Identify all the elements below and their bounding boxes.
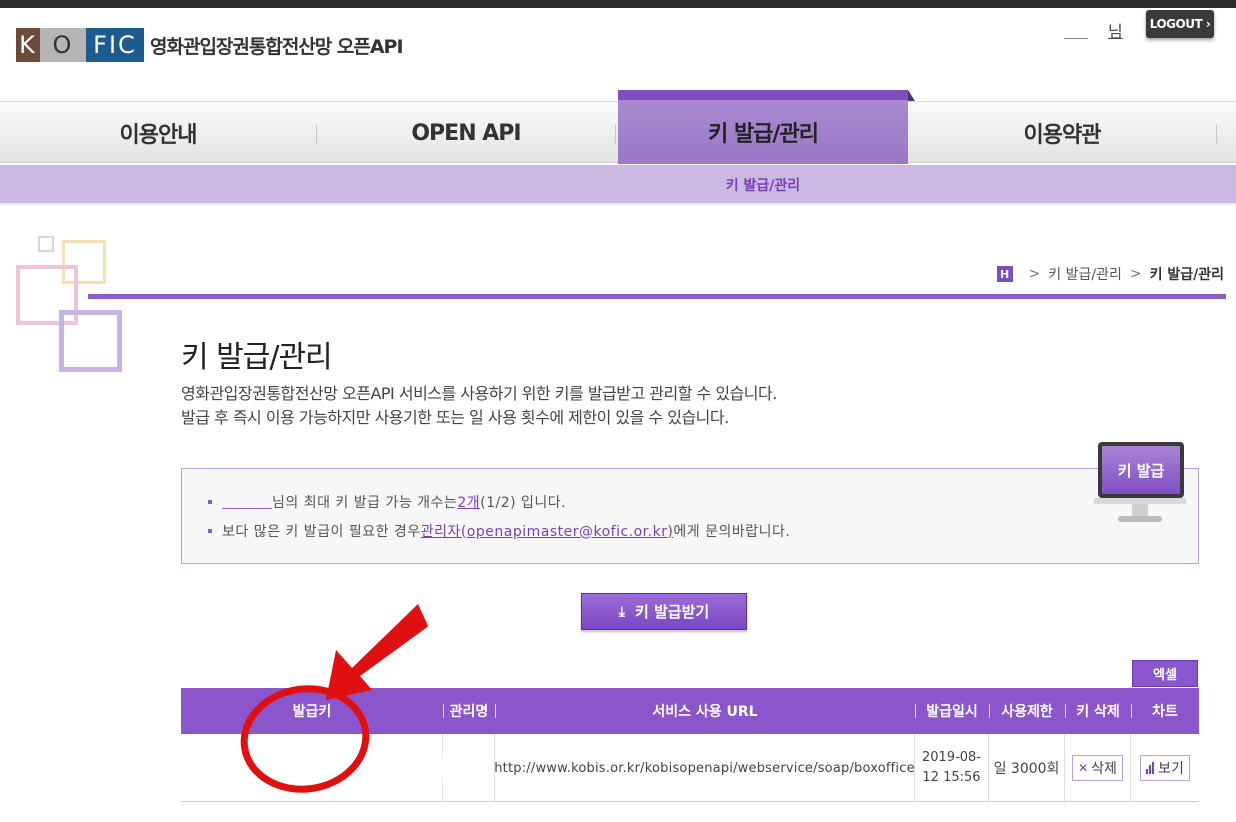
keys-table-header: 발급키 관리명 서비스 사용 URL 발급일시 사용제한 키 삭제 차트 (181, 688, 1199, 734)
breadcrumb-separator: > (1129, 266, 1142, 282)
cell-key (181, 734, 481, 802)
info-text: 에게 문의바랍니다. (673, 523, 791, 540)
bar-chart-icon (1146, 762, 1155, 774)
download-icon: ⤓ (618, 603, 625, 620)
monitor-foot (1118, 516, 1162, 522)
cell-chart: 보기 (1131, 734, 1199, 802)
monitor-illustration: 키 발급 (1094, 442, 1186, 526)
monitor-label: 키 발급 (1102, 446, 1180, 494)
info-text: (1/2) 입니다. (480, 494, 567, 511)
breadcrumb-current: 키 발급/관리 (1149, 267, 1224, 283)
breadcrumb-separator: > (1028, 266, 1041, 282)
nav-separator (1216, 124, 1217, 144)
breadcrumb: H > 키 발급/관리 > 키 발급/관리 (996, 264, 1224, 284)
chart-label: 보기 (1158, 761, 1184, 777)
nav-separator (615, 124, 616, 144)
monitor-screen: 키 발급 (1098, 442, 1184, 498)
user-info: 님 (1064, 18, 1123, 42)
nav-item-open-api[interactable]: OPEN API (316, 102, 616, 164)
cell-limit: 일 3000회 (989, 734, 1065, 802)
logo-k: K (16, 28, 40, 62)
column-header-url: 서비스 사용 URL (652, 704, 758, 720)
logo-fic: FIC (86, 28, 144, 62)
view-chart-button[interactable]: 보기 (1140, 755, 1190, 781)
description-line: 발급 후 즉시 이용 가능하지만 사용기한 또는 일 사용 횟수에 제한이 있을… (181, 408, 729, 427)
cell-name (443, 734, 495, 802)
bullet-icon (208, 499, 212, 504)
logout-button[interactable]: LOGOUT › (1146, 10, 1214, 38)
sub-nav: 키 발급/관리 (0, 165, 1236, 205)
redacted-key (181, 760, 481, 776)
delete-key-button[interactable]: ✕ 삭제 (1072, 755, 1123, 781)
kofic-logo[interactable]: K O FIC 영화관입장권통합전산망 오픈API (16, 28, 404, 62)
column-header-key: 발급키 (292, 704, 332, 720)
user-name-redacted (222, 495, 272, 509)
nav-active-tab-fold (908, 90, 915, 101)
key-count-link[interactable]: 2개 (457, 492, 480, 512)
close-icon: ✕ (1078, 761, 1089, 775)
cell-issued: 2019-08-12 15:56 (915, 734, 989, 802)
cell-delete: ✕ 삭제 (1065, 734, 1131, 802)
column-header-limit: 사용제한 (1001, 704, 1053, 720)
admin-email-link[interactable]: 관리자(openapimaster@kofic.or.kr) (421, 521, 674, 541)
description-line: 영화관입장권통합전산망 오픈API 서비스를 사용하기 위한 키를 발급받고 관… (181, 384, 777, 403)
nav-item-terms[interactable]: 이용약관 (908, 102, 1216, 164)
monitor-stand (1132, 504, 1148, 516)
column-header-delete: 키 삭제 (1076, 704, 1120, 720)
annotation-arrow-icon (326, 604, 428, 700)
info-row-limit: 님의 최대 키 발급 가능 개수는 2개 (1/2) 입니다. (208, 487, 1198, 516)
info-row-contact: 보다 많은 키 발급이 필요한 경우 관리자(openapimaster@kof… (208, 516, 1198, 545)
breadcrumb-item[interactable]: 키 발급/관리 (1048, 264, 1122, 284)
top-dark-bar (0, 0, 1236, 8)
column-header-name: 관리명 (449, 704, 489, 720)
table-row: http://www.kobis.or.kr/kobisopenapi/webs… (181, 734, 1199, 802)
issue-key-button[interactable]: ⤓ 키 발급받기 (581, 593, 747, 630)
column-header-chart: 차트 (1152, 704, 1178, 720)
nav-item-key-manage[interactable]: 키 발급/관리 (618, 100, 908, 164)
page-title: 키 발급/관리 (181, 340, 333, 375)
subnav-item-key-manage[interactable]: 키 발급/관리 (618, 165, 908, 205)
logo-o: O (40, 28, 86, 62)
excel-button[interactable]: 엑셀 (1132, 660, 1198, 687)
decor-square (38, 236, 54, 252)
user-suffix: 님 (1108, 22, 1123, 41)
info-text: 보다 많은 키 발급이 필요한 경우 (222, 523, 421, 540)
decor-square (59, 310, 122, 372)
issue-key-label: 키 발급받기 (634, 603, 710, 621)
home-icon[interactable]: H (996, 266, 1013, 282)
delete-label: 삭제 (1091, 761, 1117, 777)
nav-item-guide[interactable]: 이용안내 (0, 102, 316, 164)
site-name: 영화관입장권통합전산망 오픈API (150, 35, 404, 58)
key-limit-info-box: 님의 최대 키 발급 가능 개수는 2개 (1/2) 입니다. 보다 많은 키 … (181, 468, 1199, 564)
bullet-icon (208, 528, 212, 533)
cell-url: http://www.kobis.or.kr/kobisopenapi/webs… (494, 734, 915, 802)
page-description: 영화관입장권통합전산망 오픈API 서비스를 사용하기 위한 키를 발급받고 관… (181, 382, 777, 430)
info-text: 님의 최대 키 발급 가능 개수는 (272, 494, 458, 511)
title-divider (88, 294, 1226, 299)
main-nav: 이용안내 OPEN API 키 발급/관리 이용약관 (0, 100, 1236, 164)
column-header-issued: 발급일시 (926, 704, 978, 720)
user-name-redacted (1064, 21, 1088, 39)
